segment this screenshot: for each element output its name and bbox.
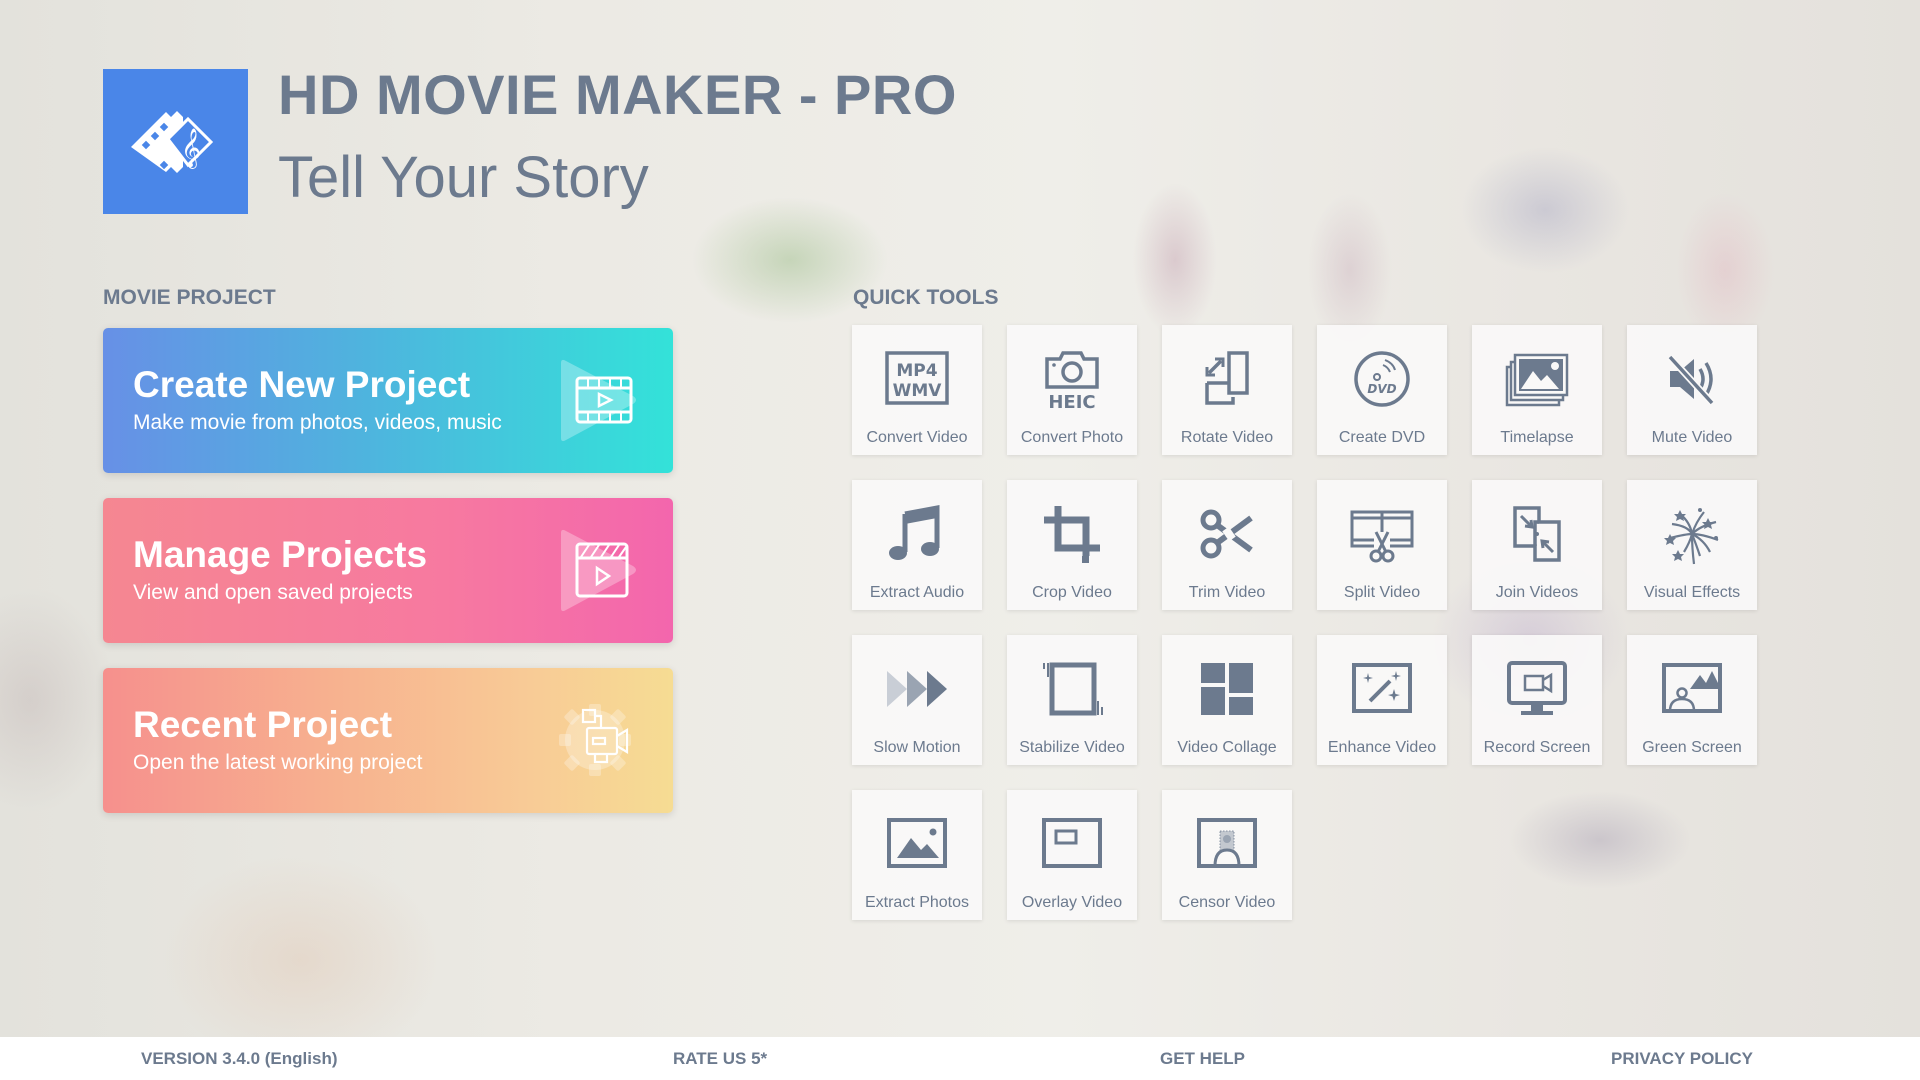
tool-label: Trim Video xyxy=(1188,584,1266,601)
mp4-text: MP4 xyxy=(896,361,937,381)
tool-overlay-video[interactable]: Overlay Video xyxy=(1007,790,1137,920)
join-icon xyxy=(1513,506,1561,562)
scissors-icon xyxy=(1200,509,1253,559)
tool-label: Enhance Video xyxy=(1327,739,1437,756)
card-title: Recent Project xyxy=(133,704,393,745)
app-title: HD MOVIE MAKER - PRO xyxy=(278,63,957,126)
dvd-text: DVD xyxy=(1367,382,1396,396)
privacy-policy-link[interactable]: PRIVACY POLICY xyxy=(1611,1049,1753,1069)
tool-label: Crop Video xyxy=(1032,584,1112,601)
image-icon xyxy=(887,818,947,868)
stabilize-icon xyxy=(1043,662,1103,716)
censor-icon xyxy=(1197,818,1257,868)
app-tagline: Tell Your Story xyxy=(278,145,649,210)
tool-convert-video[interactable]: MP4 WMV Convert Video xyxy=(852,325,982,455)
app-logo: 𝄞 xyxy=(103,69,248,214)
person-landscape-icon xyxy=(1662,663,1722,713)
camera-heic-icon: HEIC xyxy=(1045,351,1099,411)
photo-stack-icon xyxy=(1505,353,1569,407)
dvd-icon: DVD xyxy=(1354,351,1410,407)
card-subtitle: Open the latest working project xyxy=(133,751,423,774)
mp4-wmv-icon: MP4 WMV xyxy=(885,351,949,405)
overlay-icon xyxy=(1042,818,1102,868)
tool-label: Extract Photos xyxy=(864,894,970,911)
wmv-text: WMV xyxy=(893,381,943,401)
tool-extract-photos[interactable]: Extract Photos xyxy=(852,790,982,920)
tool-label: Slow Motion xyxy=(873,739,961,756)
tool-label: Green Screen xyxy=(1642,739,1742,756)
tool-extract-audio[interactable]: Extract Audio xyxy=(852,480,982,610)
tool-label: Stabilize Video xyxy=(1019,739,1125,756)
clapperboard-play-icon xyxy=(561,529,636,612)
tool-enhance-video[interactable]: Enhance Video xyxy=(1317,635,1447,765)
tool-trim-video[interactable]: Trim Video xyxy=(1162,480,1292,610)
tool-label: Extract Audio xyxy=(869,584,965,601)
tool-label: Video Collage xyxy=(1177,739,1277,756)
film-music-logo-icon: 𝄞 xyxy=(130,110,213,173)
music-note-icon xyxy=(889,504,940,560)
tool-mute-video[interactable]: Mute Video xyxy=(1627,325,1757,455)
tool-label: Censor Video xyxy=(1178,894,1276,911)
tool-label: Overlay Video xyxy=(1021,894,1123,911)
tool-slow-motion[interactable]: Slow Motion xyxy=(852,635,982,765)
tool-green-screen[interactable]: Green Screen xyxy=(1627,635,1757,765)
tool-label: Convert Video xyxy=(866,429,968,446)
recent-project-button[interactable]: Recent Project Open the latest working p… xyxy=(103,668,673,813)
tool-label: Mute Video xyxy=(1651,429,1733,446)
magic-wand-icon xyxy=(1352,663,1412,713)
monitor-camera-icon xyxy=(1507,661,1567,715)
tool-label: Timelapse xyxy=(1500,429,1574,446)
card-title: Create New Project xyxy=(133,364,471,405)
rotate-icon xyxy=(1205,351,1249,405)
video-camera-gear-icon xyxy=(559,704,631,776)
tool-label: Split Video xyxy=(1343,584,1421,601)
footer-bar: VERSION 3.4.0 (English) RATE US 5* GET H… xyxy=(0,1037,1920,1080)
quick-tools-heading: QUICK TOOLS xyxy=(853,286,999,309)
tool-rotate-video[interactable]: Rotate Video xyxy=(1162,325,1292,455)
collage-icon xyxy=(1201,663,1253,715)
tool-create-dvd[interactable]: DVD Create DVD xyxy=(1317,325,1447,455)
film-scissors-icon xyxy=(1350,510,1414,563)
tool-label: Join Videos xyxy=(1495,584,1579,601)
card-subtitle: Make movie from photos, videos, music xyxy=(133,411,502,434)
crop-icon xyxy=(1044,506,1100,564)
get-help-link[interactable]: GET HELP xyxy=(1160,1049,1245,1069)
tool-record-screen[interactable]: Record Screen xyxy=(1472,635,1602,765)
create-new-project-button[interactable]: Create New Project Make movie from photo… xyxy=(103,328,673,473)
tool-visual-effects[interactable]: Visual Effects xyxy=(1627,480,1757,610)
heic-text: HEIC xyxy=(1048,392,1095,411)
tool-convert-photo[interactable]: HEIC Convert Photo xyxy=(1007,325,1137,455)
rate-us-link[interactable]: RATE US 5* xyxy=(673,1049,767,1069)
fireworks-icon xyxy=(1664,508,1719,565)
movie-project-heading: MOVIE PROJECT xyxy=(103,286,276,309)
tool-label: Convert Photo xyxy=(1020,429,1124,446)
tool-label: Visual Effects xyxy=(1643,584,1741,601)
manage-projects-button[interactable]: Manage Projects View and open saved proj… xyxy=(103,498,673,643)
svg-text:𝄞: 𝄞 xyxy=(180,128,200,169)
film-play-icon xyxy=(561,359,636,442)
tool-video-collage[interactable]: Video Collage xyxy=(1162,635,1292,765)
tool-stabilize-video[interactable]: Stabilize Video xyxy=(1007,635,1137,765)
tool-crop-video[interactable]: Crop Video xyxy=(1007,480,1137,610)
tool-censor-video[interactable]: Censor Video xyxy=(1162,790,1292,920)
mute-icon xyxy=(1667,354,1715,406)
version-link[interactable]: VERSION 3.4.0 (English) xyxy=(141,1049,338,1069)
card-title: Manage Projects xyxy=(133,534,428,575)
card-subtitle: View and open saved projects xyxy=(133,581,413,604)
tool-label: Rotate Video xyxy=(1180,429,1274,446)
triple-play-icon xyxy=(887,671,947,707)
tool-timelapse[interactable]: Timelapse xyxy=(1472,325,1602,455)
tool-split-video[interactable]: Split Video xyxy=(1317,480,1447,610)
tool-join-videos[interactable]: Join Videos xyxy=(1472,480,1602,610)
tool-label: Create DVD xyxy=(1338,429,1426,446)
tool-label: Record Screen xyxy=(1483,739,1591,756)
